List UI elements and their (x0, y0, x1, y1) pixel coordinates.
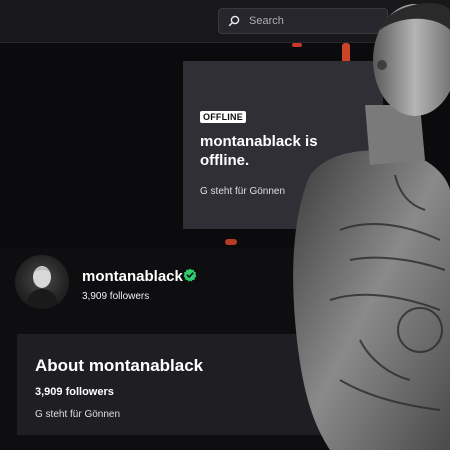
banner-light (225, 239, 237, 245)
channel-name[interactable]: montanablack (82, 268, 183, 285)
avatar[interactable] (15, 255, 69, 309)
offline-badge: OFFLINE (200, 111, 246, 123)
verified-check-icon (183, 268, 197, 282)
avatar-portrait (25, 266, 59, 309)
streamer-cutout-image (293, 2, 450, 450)
search-icon (228, 15, 240, 27)
follower-count: 3,909 followers (82, 291, 150, 302)
